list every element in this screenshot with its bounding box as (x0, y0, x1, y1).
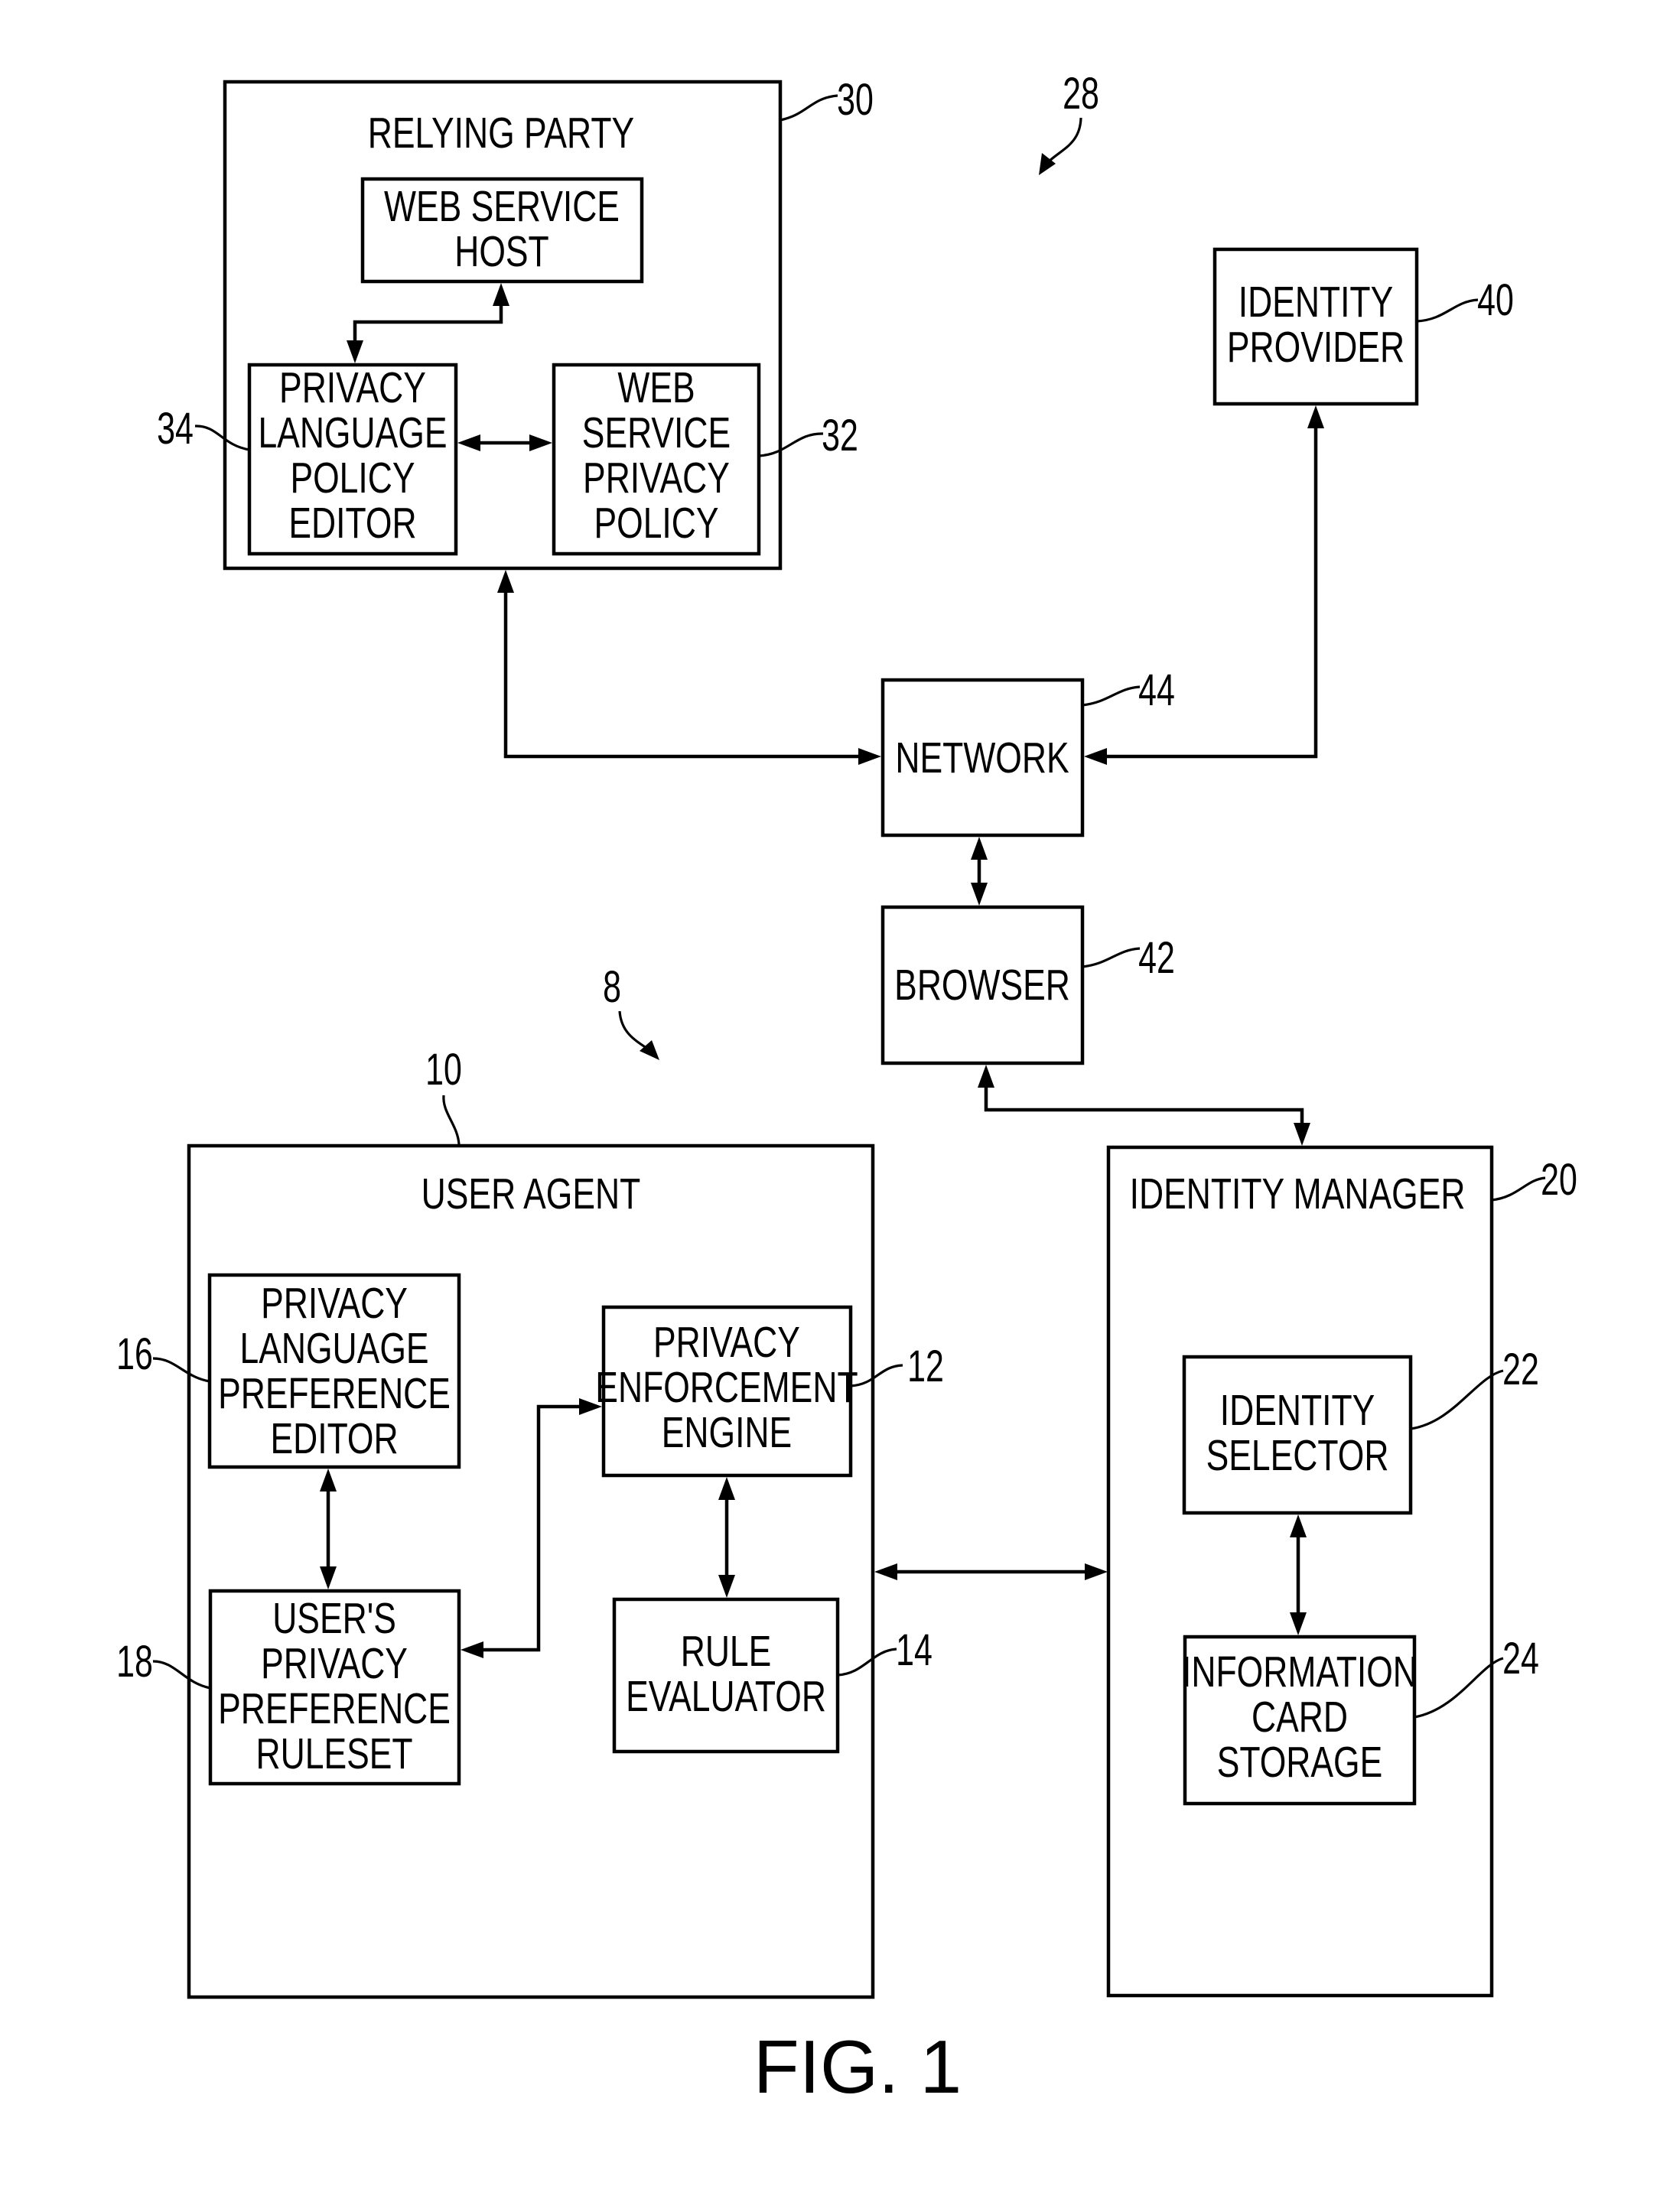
web-service-privacy-policy-label: WEB (617, 363, 695, 412)
identity-manager-ref-numeral: 20 (1541, 1155, 1577, 1205)
privacy-language-policy-editor-label: POLICY (290, 454, 415, 503)
relying-party-ref-numeral: 30 (837, 75, 874, 125)
network-ref-numeral: 44 (1138, 665, 1175, 715)
browser-ref-numeral: 42 (1138, 933, 1175, 983)
privacy-language-preference-editor-label: EDITOR (270, 1414, 398, 1463)
relying-party-title: RELYING PARTY (368, 109, 634, 158)
privacy-enforcement-engine-label: PRIVACY (653, 1318, 800, 1367)
background (0, 0, 1660, 2212)
rule-evaluator-label: RULE (681, 1627, 772, 1676)
privacy-policy-ref-numeral: 32 (822, 411, 858, 460)
card-storage-ref-numeral: 24 (1502, 1634, 1539, 1683)
identity-provider-ref-numeral: 40 (1477, 275, 1514, 325)
identity-selector-label: SELECTOR (1206, 1431, 1389, 1480)
users-privacy-preference-ruleset-label: RULESET (256, 1729, 413, 1778)
user-agent-title: USER AGENT (422, 1169, 641, 1218)
ruleset-ref-numeral: 18 (116, 1637, 153, 1687)
privacy-language-policy-editor-label: LANGUAGE (258, 408, 447, 457)
privacy-language-policy-editor-label: EDITOR (288, 499, 416, 548)
web-service-privacy-policy-label: POLICY (594, 499, 718, 548)
figure-caption: FIG. 1 (754, 2025, 962, 2109)
identity-provider-label: IDENTITY (1238, 278, 1394, 327)
system-28-ref-numeral: 28 (1063, 69, 1099, 119)
browser-label: BROWSER (894, 961, 1070, 1010)
information-card-storage-label: INFORMATION (1182, 1648, 1418, 1696)
rule-evaluator-label: EVALUATOR (626, 1672, 826, 1721)
privacy-language-policy-editor-label: PRIVACY (279, 363, 426, 412)
information-card-storage-label: CARD (1252, 1693, 1348, 1742)
identity-manager-title: IDENTITY MANAGER (1130, 1169, 1466, 1218)
identity-provider-label: PROVIDER (1227, 323, 1404, 372)
web-service-privacy-policy-label: PRIVACY (583, 454, 730, 503)
identity-selector-label: IDENTITY (1220, 1386, 1375, 1435)
users-privacy-preference-ruleset-label: PREFERENCE (218, 1684, 451, 1733)
rule-evaluator-ref-numeral: 14 (896, 1625, 933, 1675)
system-8-ref-numeral: 8 (603, 962, 621, 1012)
information-card-storage-label: STORAGE (1217, 1738, 1383, 1787)
identity-selector-ref-numeral: 22 (1502, 1345, 1539, 1394)
user-agent-ref-numeral: 10 (425, 1045, 462, 1095)
web-service-host-label: HOST (454, 227, 548, 276)
patent-figure: RELYING PARTYWEB SERVICEHOSTPRIVACYLANGU… (0, 0, 1660, 2212)
privacy-enforcement-engine-label: ENFORCEMENT (595, 1363, 858, 1412)
privacy-language-preference-editor-label: PREFERENCE (218, 1369, 451, 1418)
privacy-enforcement-engine-label: ENGINE (662, 1408, 792, 1457)
privacy-language-preference-editor-label: LANGUAGE (240, 1324, 429, 1373)
users-privacy-preference-ruleset-label: USER'S (272, 1594, 396, 1643)
users-privacy-preference-ruleset-label: PRIVACY (261, 1639, 408, 1688)
privacy-language-preference-editor-label: PRIVACY (261, 1279, 408, 1328)
web-service-host-label: WEB SERVICE (384, 182, 620, 231)
enforcement-engine-ref-numeral: 12 (907, 1342, 944, 1391)
web-service-privacy-policy-label: SERVICE (582, 408, 731, 457)
network-label: NETWORK (895, 734, 1069, 782)
preference-editor-ref-numeral: 16 (116, 1329, 153, 1379)
policy-editor-ref-numeral: 34 (157, 404, 194, 454)
